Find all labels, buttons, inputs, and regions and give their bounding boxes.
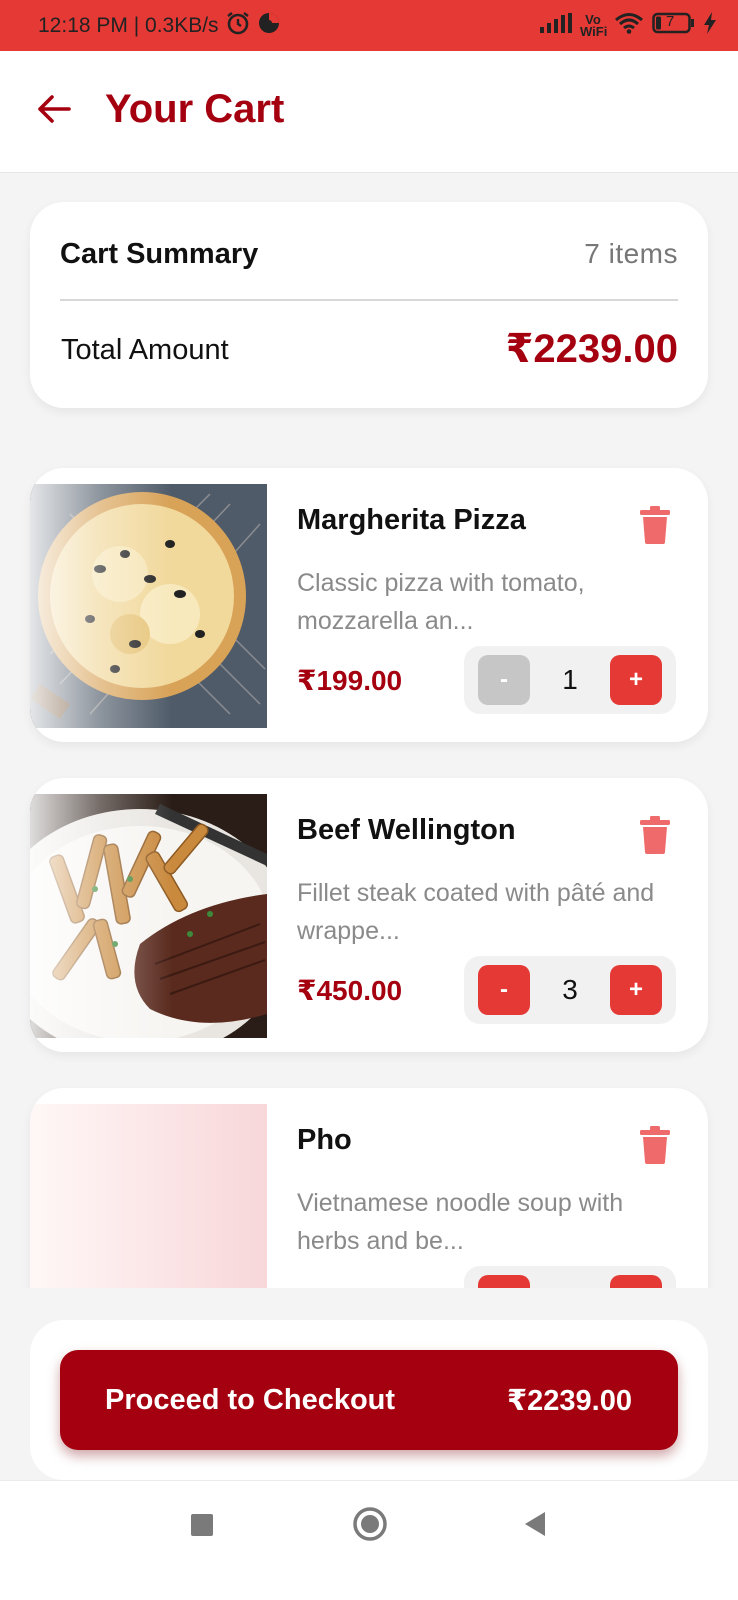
battery-icon: 7 xyxy=(652,12,696,40)
item-name: Pho xyxy=(297,1124,352,1156)
cart-scroll-area[interactable]: Cart Summary 7 items Total Amount ₹2239.… xyxy=(0,174,738,1288)
trash-icon[interactable] xyxy=(640,816,670,854)
status-bar: 12:18 PM | 0.3KB/s Vo WiFi 7 xyxy=(0,0,738,51)
battery-level: 7 xyxy=(666,12,675,30)
signal-icon xyxy=(540,12,572,39)
increase-quantity-button[interactable]: + xyxy=(610,1275,662,1288)
proceed-to-checkout-button[interactable]: Proceed to Checkout ₹2239.00 xyxy=(60,1350,678,1450)
status-time-speed: 12:18 PM | 0.3KB/s xyxy=(38,13,219,37)
decrease-quantity-button[interactable]: - xyxy=(478,1275,530,1288)
item-description: Fillet steak coated with pâté and wrappe… xyxy=(297,879,655,945)
checkout-label: Proceed to Checkout xyxy=(105,1383,396,1416)
image-fade-overlay xyxy=(30,794,267,1038)
alarm-icon xyxy=(225,10,251,42)
checkout-total: ₹2239.00 xyxy=(506,1384,632,1417)
back-button[interactable] xyxy=(34,91,74,131)
quantity-value: 1 xyxy=(562,664,578,695)
status-left: 12:18 PM | 0.3KB/s xyxy=(38,10,281,42)
cart-item: Pho Vietnamese noodle soup with herbs an… xyxy=(30,1088,708,1288)
cart-summary-card: Cart Summary 7 items Total Amount ₹2239.… xyxy=(30,202,708,408)
item-image-pho xyxy=(30,1104,267,1288)
decrease-quantity-button[interactable]: - xyxy=(478,655,530,705)
quantity-stepper: - 3 + xyxy=(464,956,676,1024)
item-name: Beef Wellington xyxy=(297,814,516,846)
data-saver-icon xyxy=(257,11,281,41)
decrease-quantity-button[interactable]: - xyxy=(478,965,530,1015)
increase-quantity-button[interactable]: + xyxy=(610,655,662,705)
item-price: ₹450.00 xyxy=(297,975,403,1006)
square-icon[interactable] xyxy=(190,1513,214,1542)
trash-icon[interactable] xyxy=(640,1126,670,1164)
summary-divider xyxy=(60,299,678,301)
total-amount-label: Total Amount xyxy=(61,334,229,366)
item-description: Vietnamese noodle soup with herbs and be… xyxy=(297,1189,624,1255)
quantity-value: 3 xyxy=(562,974,578,1005)
triangle-back-icon[interactable] xyxy=(523,1511,547,1542)
item-name: Margherita Pizza xyxy=(297,504,526,536)
arrow-left-icon xyxy=(36,94,72,129)
cart-item: Margherita Pizza Classic pizza with toma… xyxy=(30,468,708,742)
vo-wifi-label: Vo WiFi xyxy=(580,11,608,39)
item-image-beef-wellington xyxy=(30,794,267,1038)
circle-icon[interactable] xyxy=(352,1506,388,1547)
wifi-icon xyxy=(614,12,644,40)
checkout-panel: Proceed to Checkout ₹2239.00 xyxy=(30,1320,708,1480)
status-right: Vo WiFi 7 xyxy=(540,11,716,40)
increase-quantity-button[interactable]: + xyxy=(610,965,662,1015)
cart-item: Beef Wellington Fillet steak coated with… xyxy=(30,778,708,1052)
item-description: Classic pizza with tomato, mozzarella an… xyxy=(297,569,585,635)
quantity-stepper: - 1 + xyxy=(464,646,676,714)
page-title: Your Cart xyxy=(105,87,285,131)
cart-summary-title: Cart Summary xyxy=(60,238,259,270)
image-fade-overlay xyxy=(30,484,267,728)
app-bar: Your Cart xyxy=(0,51,738,173)
cart-item-count: 7 items xyxy=(584,238,678,269)
charging-icon xyxy=(704,11,716,40)
total-amount-value: ₹2239.00 xyxy=(505,327,678,371)
item-price: ₹199.00 xyxy=(297,665,403,696)
quantity-stepper: - + xyxy=(464,1266,676,1288)
trash-icon[interactable] xyxy=(640,506,670,544)
image-placeholder xyxy=(30,1104,267,1288)
item-image-margherita-pizza xyxy=(30,484,267,728)
